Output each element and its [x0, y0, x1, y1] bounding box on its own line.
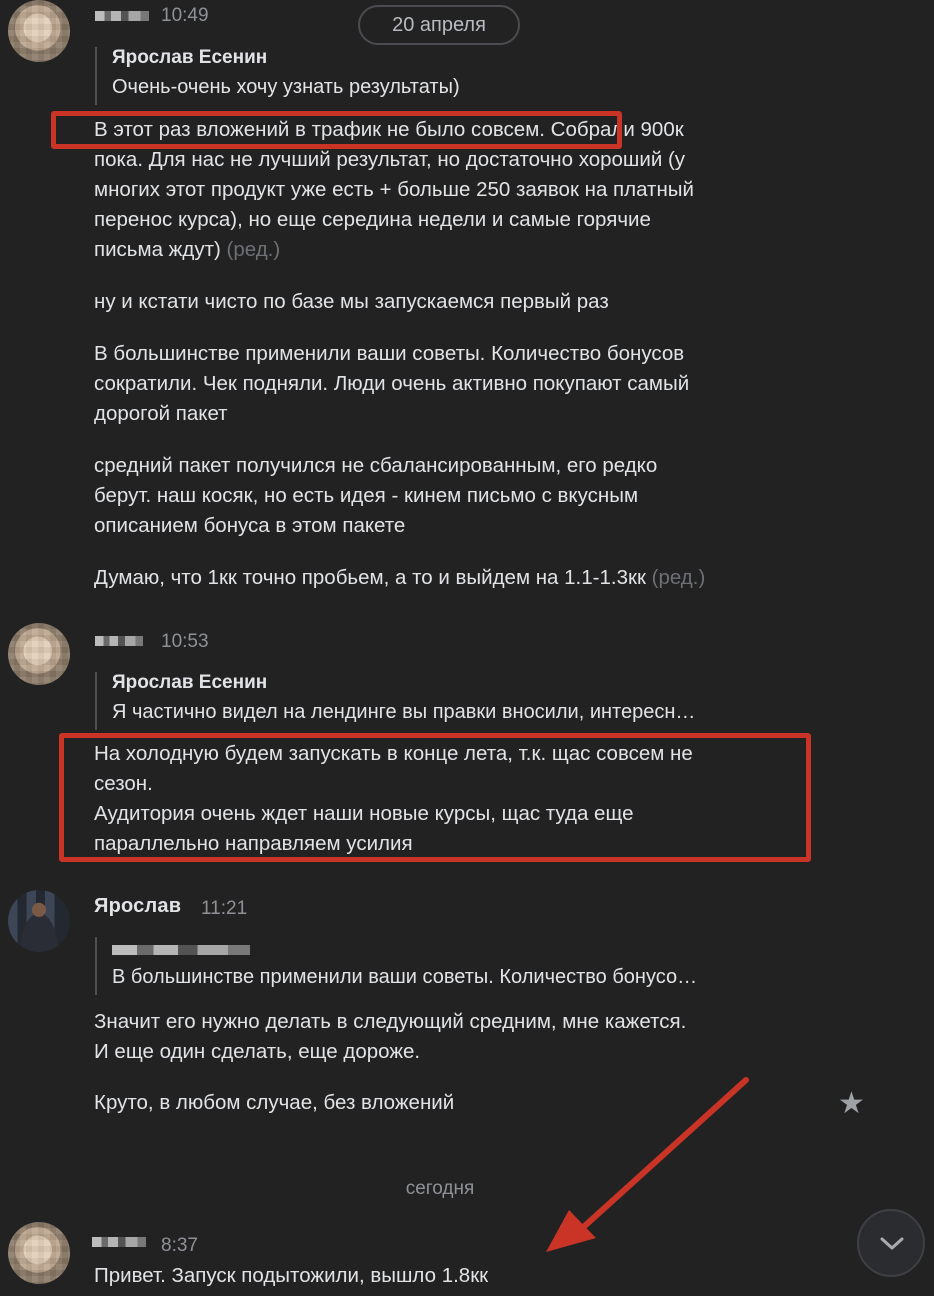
reply-author-redacted	[112, 945, 250, 955]
message-text: ну и кстати чисто по базе мы запускаемся…	[94, 290, 609, 313]
author-name-redacted[interactable]	[95, 11, 149, 21]
message-time: 8:37	[161, 1235, 198, 1256]
star-icon[interactable]: ★	[838, 1089, 865, 1119]
reply-author: Ярослав Есенин	[112, 672, 268, 693]
message-text: Привет. Запуск подытожили, вышло 1.8кк	[94, 1264, 489, 1287]
message-time: 10:53	[161, 631, 209, 652]
author-name-redacted[interactable]	[92, 1237, 146, 1247]
message-paragraph: Думаю, что 1кк точно пробьем, а то и вый…	[94, 566, 646, 589]
reply-text: В большинстве применили ваши советы. Кол…	[112, 966, 698, 988]
highlight-box	[51, 111, 622, 149]
message-text: средний пакет получился не сбалансирован…	[94, 454, 658, 537]
date-pill: 20 апреля	[358, 5, 520, 45]
message-time: 11:21	[201, 898, 248, 919]
reply-text: Очень-очень хочу узнать результаты)	[112, 76, 460, 98]
avatar[interactable]	[8, 890, 70, 952]
reply-text: Я частично видел на лендинге вы правки в…	[112, 701, 696, 723]
date-separator: сегодня	[405, 1178, 475, 1199]
reply-author: Ярослав Есенин	[112, 47, 268, 68]
message-author[interactable]: Ярослав	[94, 895, 181, 918]
scroll-down-button[interactable]	[857, 1209, 925, 1277]
avatar[interactable]	[8, 1222, 70, 1284]
message-text: Думаю, что 1кк точно пробьем, а то и вый…	[94, 563, 705, 593]
message-text: Значит его нужно делать в следующий сред…	[94, 1010, 687, 1063]
message-time: 10:49	[161, 5, 209, 26]
avatar[interactable]	[8, 623, 70, 685]
reply-quote[interactable]: Ярослав Есенин Я частично видел на ленди…	[95, 672, 695, 730]
message-text: В большинстве применили ваши советы. Кол…	[94, 342, 690, 425]
reply-quote[interactable]: В большинстве применили ваши советы. Кол…	[95, 937, 697, 995]
message-text: Круто, в любом случае, без вложений	[94, 1091, 455, 1114]
chevron-down-icon	[880, 1237, 904, 1250]
edited-label: (ред.)	[651, 566, 706, 589]
reply-quote[interactable]: Ярослав Есенин Очень-очень хочу узнать р…	[95, 47, 460, 105]
highlight-box	[59, 733, 811, 862]
author-name-redacted[interactable]	[95, 636, 143, 646]
avatar[interactable]	[8, 0, 70, 62]
edited-label: (ред.)	[226, 238, 281, 261]
